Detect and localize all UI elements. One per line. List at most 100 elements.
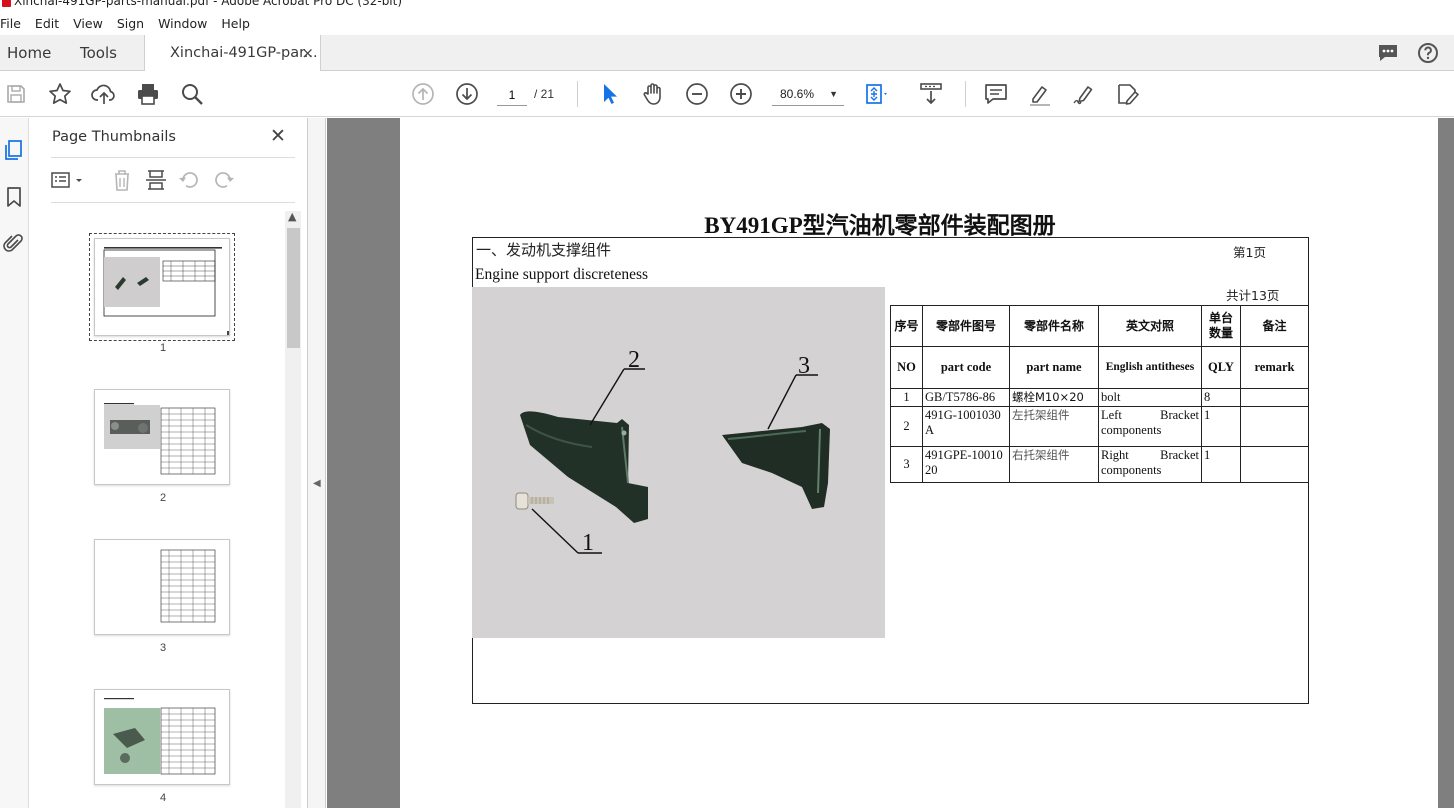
menu-edit[interactable]: Edit	[35, 16, 65, 31]
bookmarks-icon[interactable]	[3, 186, 25, 208]
document-viewport[interactable]: BY491GP型汽油机零部件装配图册 一、发动机支撑组件 Engine supp…	[327, 118, 1454, 808]
section-heading-cn: 一、发动机支撑组件	[476, 241, 612, 259]
thumbnail-page-number: 3	[159, 642, 167, 654]
thumbnail-page-number: 1	[159, 342, 167, 354]
tab-tools[interactable]: Tools	[80, 35, 117, 71]
menu-window[interactable]: Window	[158, 16, 213, 31]
fit-page-icon[interactable]	[862, 81, 888, 107]
page-thumbnails-panel: Page Thumbnails ✕ 1 2 3 4 ▲	[30, 118, 308, 808]
pdf-page: BY491GP型汽油机零部件装配图册 一、发动机支撑组件 Engine supp…	[400, 118, 1438, 808]
fill-sign-icon[interactable]	[1115, 81, 1141, 107]
menu-file[interactable]: File	[0, 16, 27, 31]
tab-bar: Home Tools Xinchai-491GP-par... ×	[0, 35, 1454, 72]
remark	[1240, 388, 1309, 407]
part-name: 右托架组件	[1009, 446, 1099, 483]
hand-tool-icon[interactable]	[640, 81, 666, 107]
row-number: 3	[890, 446, 923, 483]
page-thumbnail-3[interactable]	[94, 539, 230, 635]
callout-label: 2	[628, 347, 640, 373]
chat-feedback-icon[interactable]	[1376, 41, 1400, 65]
remark	[1240, 406, 1309, 447]
column-header: remark	[1240, 346, 1309, 389]
callout-label: 3	[798, 353, 810, 379]
table-header-row-cn: 序号 零部件图号 零部件名称 英文对照 单台数量 备注	[890, 305, 1309, 347]
window-title: Xinchai-491GP-parts-manual.pdf - Adobe A…	[14, 0, 403, 8]
select-cursor-icon[interactable]	[596, 81, 622, 107]
thumbnail-page-number: 2	[159, 492, 167, 504]
quantity: 1	[1201, 406, 1241, 447]
rotate-counterclockwise-icon[interactable]	[177, 168, 201, 192]
page-number-label: 第1页	[1233, 245, 1266, 260]
page-thumbnails-icon[interactable]	[3, 139, 25, 161]
tab-home[interactable]: Home	[7, 35, 51, 71]
next-page-icon[interactable]	[454, 81, 480, 107]
zoom-level-dropdown[interactable]: 80.6% ▼	[772, 84, 844, 106]
search-zoom-icon[interactable]	[179, 81, 205, 107]
table-header-row-en: NO part code part name English antithese…	[890, 346, 1309, 389]
page-thumbnail-1[interactable]	[89, 233, 235, 341]
scroll-up-arrow-icon[interactable]: ▲	[288, 210, 296, 223]
table-row: 2 491G-1001030A 左托架组件 Left Bracket compo…	[890, 406, 1309, 447]
column-header: QLY	[1201, 346, 1241, 389]
column-header: part name	[1009, 346, 1099, 389]
part-code: 491GPE-1001020	[922, 446, 1010, 483]
attachments-icon[interactable]	[3, 232, 25, 254]
rotate-clockwise-icon[interactable]	[212, 168, 236, 192]
page-thumbnail-4[interactable]	[94, 689, 230, 785]
panel-title: Page Thumbnails	[52, 129, 176, 145]
menu-sign[interactable]: Sign	[117, 16, 150, 31]
document-title: BY491GP型汽油机零部件装配图册	[704, 213, 1056, 238]
part-name: 螺栓M10×20	[1009, 388, 1099, 407]
column-header: 零部件名称	[1009, 305, 1099, 347]
menu-help[interactable]: Help	[221, 16, 256, 31]
bookmark-star-icon[interactable]	[47, 81, 73, 107]
column-header: 单台数量	[1201, 305, 1241, 347]
highlight-icon[interactable]	[1027, 81, 1053, 107]
remark	[1240, 446, 1309, 483]
page-thumbnail-2[interactable]	[94, 389, 230, 485]
parts-table: 序号 零部件图号 零部件名称 英文对照 单台数量 备注 NO part code…	[890, 305, 1309, 483]
column-header: NO	[890, 346, 923, 389]
window-title-bar: Xinchai-491GP-parts-manual.pdf - Adobe A…	[0, 0, 1454, 10]
part-code: GB/T5786-86	[922, 388, 1010, 407]
main-toolbar: / 21 80.6% ▼	[0, 71, 1454, 117]
zoom-in-icon[interactable]	[728, 81, 754, 107]
toolbar-divider	[965, 81, 966, 107]
save-icon[interactable]	[3, 81, 29, 107]
delete-pages-icon[interactable]	[110, 168, 134, 192]
column-header: part code	[922, 346, 1010, 389]
table-row: 1 GB/T5786-86 螺栓M10×20 bolt 8	[890, 388, 1309, 407]
panel-divider	[51, 202, 295, 203]
previous-page-icon[interactable]	[410, 81, 436, 107]
total-pages-label: 共计13页	[1226, 288, 1280, 303]
page-number-input[interactable]	[497, 84, 527, 106]
upload-icon[interactable]	[91, 81, 117, 107]
scroll-mode-icon[interactable]	[918, 81, 944, 107]
column-header: English antitheses	[1098, 346, 1202, 389]
collapse-panel-arrow-icon[interactable]: ◀	[313, 478, 321, 489]
quantity: 8	[1201, 388, 1241, 407]
menu-view[interactable]: View	[73, 16, 109, 31]
scrollbar-thumb[interactable]	[287, 228, 300, 348]
tab-document[interactable]: Xinchai-491GP-par... ×	[144, 35, 321, 72]
toolbar-divider	[577, 81, 578, 107]
comment-icon[interactable]	[983, 81, 1009, 107]
zoom-out-icon[interactable]	[684, 81, 710, 107]
close-tab-icon[interactable]: ×	[301, 35, 314, 71]
row-number: 1	[890, 388, 923, 407]
thumbnail-options-icon[interactable]	[50, 168, 82, 192]
parts-photo: 2 3 1	[472, 287, 885, 638]
print-icon[interactable]	[135, 81, 161, 107]
close-panel-icon[interactable]: ✕	[270, 125, 286, 147]
extract-pages-icon[interactable]	[144, 168, 168, 192]
column-header: 零部件图号	[922, 305, 1010, 347]
page-total-label: / 21	[534, 87, 555, 101]
panel-splitter[interactable]: ◀	[308, 118, 326, 808]
section-heading-en: Engine support discreteness	[475, 266, 649, 283]
english-name: Left Bracket components	[1098, 406, 1202, 447]
column-header: 英文对照	[1098, 305, 1202, 347]
sign-icon[interactable]	[1071, 81, 1097, 107]
row-number: 2	[890, 406, 923, 447]
english-name: Right Bracket components	[1098, 446, 1202, 483]
help-icon[interactable]	[1416, 41, 1440, 65]
